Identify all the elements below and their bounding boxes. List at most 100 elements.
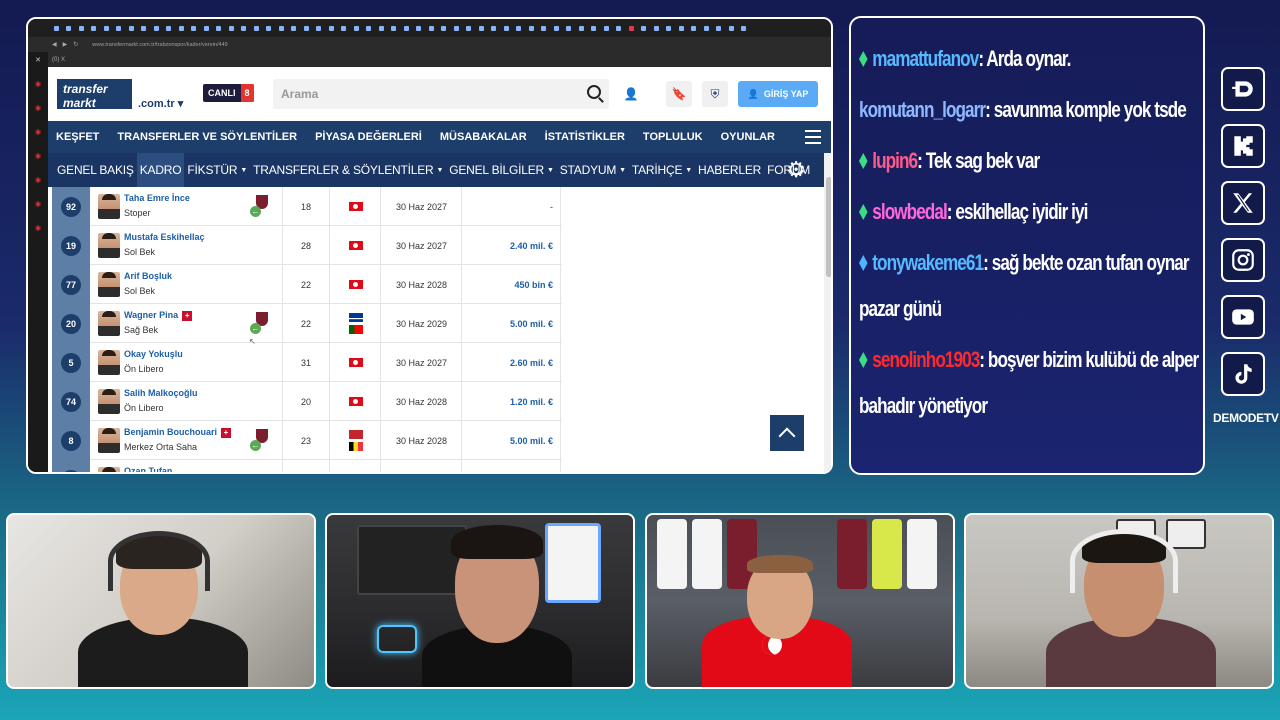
browser-tab[interactable] (325, 23, 338, 33)
market-value-link[interactable]: 2.40 mil. € (463, 226, 561, 265)
hamburger-menu-icon[interactable] (805, 130, 821, 144)
instagram-icon[interactable] (1221, 238, 1265, 282)
injury-cross-icon[interactable]: + (221, 427, 232, 438)
player-photo[interactable] (98, 428, 120, 453)
flag-tr-icon[interactable] (348, 241, 363, 250)
player-photo[interactable] (98, 194, 120, 219)
transfer-indicator[interactable]: ← (250, 429, 268, 451)
transfer-indicator[interactable]: ← (250, 312, 268, 334)
domain-selector[interactable]: .com.tr ▾ (138, 97, 183, 110)
player-name-link[interactable]: Salih Malkoçoğlu (124, 388, 198, 398)
browser-tab[interactable] (463, 23, 476, 33)
browser-tab[interactable] (138, 23, 151, 33)
live-button[interactable]: CANLI 8 (203, 84, 254, 102)
browser-tab[interactable] (288, 23, 301, 33)
browser-tab[interactable] (675, 23, 688, 33)
main-nav-item[interactable]: MÜSABAKALAR (440, 131, 527, 143)
sub-nav-item[interactable]: STADYUM ▼ (557, 153, 629, 187)
sidebar-app-icon[interactable]: ◉ (35, 128, 41, 136)
browser-tab[interactable] (88, 23, 101, 33)
market-value-link[interactable] (463, 460, 561, 472)
transfermarkt-logo[interactable]: transfer markt (57, 79, 132, 110)
sidebar-app-icon[interactable]: ◉ (35, 104, 41, 112)
sub-nav-item[interactable]: HABERLER (695, 153, 764, 187)
browser-tab[interactable] (63, 23, 76, 33)
transfer-indicator[interactable]: ← (250, 195, 268, 217)
browser-tab[interactable] (200, 23, 213, 33)
main-nav-item[interactable]: TOPLULUK (643, 131, 703, 143)
browser-tab[interactable] (100, 23, 113, 33)
player-name-link[interactable]: Okay Yokuşlu (124, 349, 183, 359)
browser-tab[interactable] (700, 23, 713, 33)
chat-username[interactable]: tonywakeme61 (872, 250, 984, 275)
market-value-link[interactable]: - (463, 187, 561, 226)
flag-tr-icon[interactable] (348, 358, 363, 367)
browser-tab[interactable] (263, 23, 276, 33)
gear-icon[interactable]: ⚙ (786, 159, 806, 181)
browser-tab[interactable] (713, 23, 726, 33)
browser-tab[interactable] (50, 23, 63, 33)
market-value-link[interactable]: 450 bin € (463, 265, 561, 304)
main-nav-item[interactable]: OYUNLAR (721, 131, 775, 143)
browser-tab[interactable] (438, 23, 451, 33)
browser-tab[interactable] (513, 23, 526, 33)
browser-tab[interactable] (363, 23, 376, 33)
browser-tab[interactable] (738, 23, 751, 33)
browser-tab[interactable] (300, 23, 313, 33)
browser-tab[interactable] (225, 23, 238, 33)
browser-tab[interactable] (538, 23, 551, 33)
player-photo[interactable] (98, 467, 120, 472)
chat-username[interactable]: slowbedal (872, 199, 947, 224)
browser-tab[interactable] (163, 23, 176, 33)
address-bar[interactable]: ◀ ▶ ↻ www.transfermarkt.com.tr/trabzonsp… (28, 37, 831, 52)
flag-ma-icon[interactable] (348, 430, 363, 439)
sub-nav-item[interactable]: TARİHÇE ▼ (629, 153, 695, 187)
sidebar-app-icon[interactable]: ◉ (35, 80, 41, 88)
bookmark-x[interactable]: (0) X (52, 57, 65, 63)
chat-username[interactable]: komutann_logarr (859, 97, 986, 122)
sub-nav-item[interactable]: GENEL BİLGİLER ▼ (446, 153, 557, 187)
player-name-link[interactable]: Mustafa Eskihellaç (124, 232, 205, 242)
kick-k-icon[interactable] (1221, 124, 1265, 168)
browser-tab[interactable] (450, 23, 463, 33)
browser-tab[interactable] (563, 23, 576, 33)
browser-tab[interactable] (338, 23, 351, 33)
chat-username[interactable]: mamattufanov (872, 46, 979, 71)
player-photo[interactable] (98, 350, 120, 375)
browser-tab[interactable] (725, 23, 738, 33)
user-search-icon[interactable]: 👤 (618, 81, 644, 107)
search-input[interactable]: Arama (273, 79, 609, 109)
browser-tab[interactable] (388, 23, 401, 33)
browser-tab[interactable] (575, 23, 588, 33)
x-icon[interactable] (1221, 181, 1265, 225)
chat-username[interactable]: lupin6 (872, 148, 918, 173)
flag-tr-icon[interactable] (348, 280, 363, 289)
browser-tab[interactable] (588, 23, 601, 33)
back-icon[interactable]: ◀ (52, 41, 57, 48)
player-name-link[interactable]: Ozan Tufan (124, 466, 172, 472)
sub-nav-item[interactable]: KADRO (136, 153, 185, 187)
browser-tab[interactable] (663, 23, 676, 33)
injury-cross-icon[interactable]: + (182, 310, 193, 321)
player-name-link[interactable]: Benjamin Bouchouari + (124, 427, 232, 438)
browser-tab[interactable] (613, 23, 626, 33)
player-photo[interactable] (98, 311, 120, 336)
browser-tab[interactable] (175, 23, 188, 33)
url-text[interactable]: www.transfermarkt.com.tr/trabzonspor/kad… (92, 42, 227, 48)
sidebar-app-icon[interactable]: ◉ (35, 200, 41, 208)
scrollbar-thumb[interactable] (826, 177, 831, 277)
player-name-link[interactable]: Arif Boşluk (124, 271, 172, 281)
market-value-link[interactable]: 5.00 mil. € (463, 304, 561, 343)
forward-icon[interactable]: ▶ (63, 41, 68, 48)
sub-nav-item[interactable]: TRANSFERLER & SÖYLENTİLER ▼ (250, 153, 446, 187)
main-nav-item[interactable]: TRANSFERLER VE SÖYLENTİLER (117, 131, 297, 143)
browser-tab[interactable] (250, 23, 263, 33)
search-icon[interactable] (587, 85, 601, 99)
browser-tab[interactable] (150, 23, 163, 33)
flag-tr-icon[interactable] (348, 397, 363, 406)
browser-tab[interactable] (625, 23, 638, 33)
scroll-to-top-button[interactable] (770, 415, 804, 451)
login-button[interactable]: 👤 GİRİŞ YAP (738, 81, 818, 107)
flag-cv-icon[interactable] (348, 313, 363, 322)
bookmark-icon[interactable]: 🔖 (666, 81, 692, 107)
